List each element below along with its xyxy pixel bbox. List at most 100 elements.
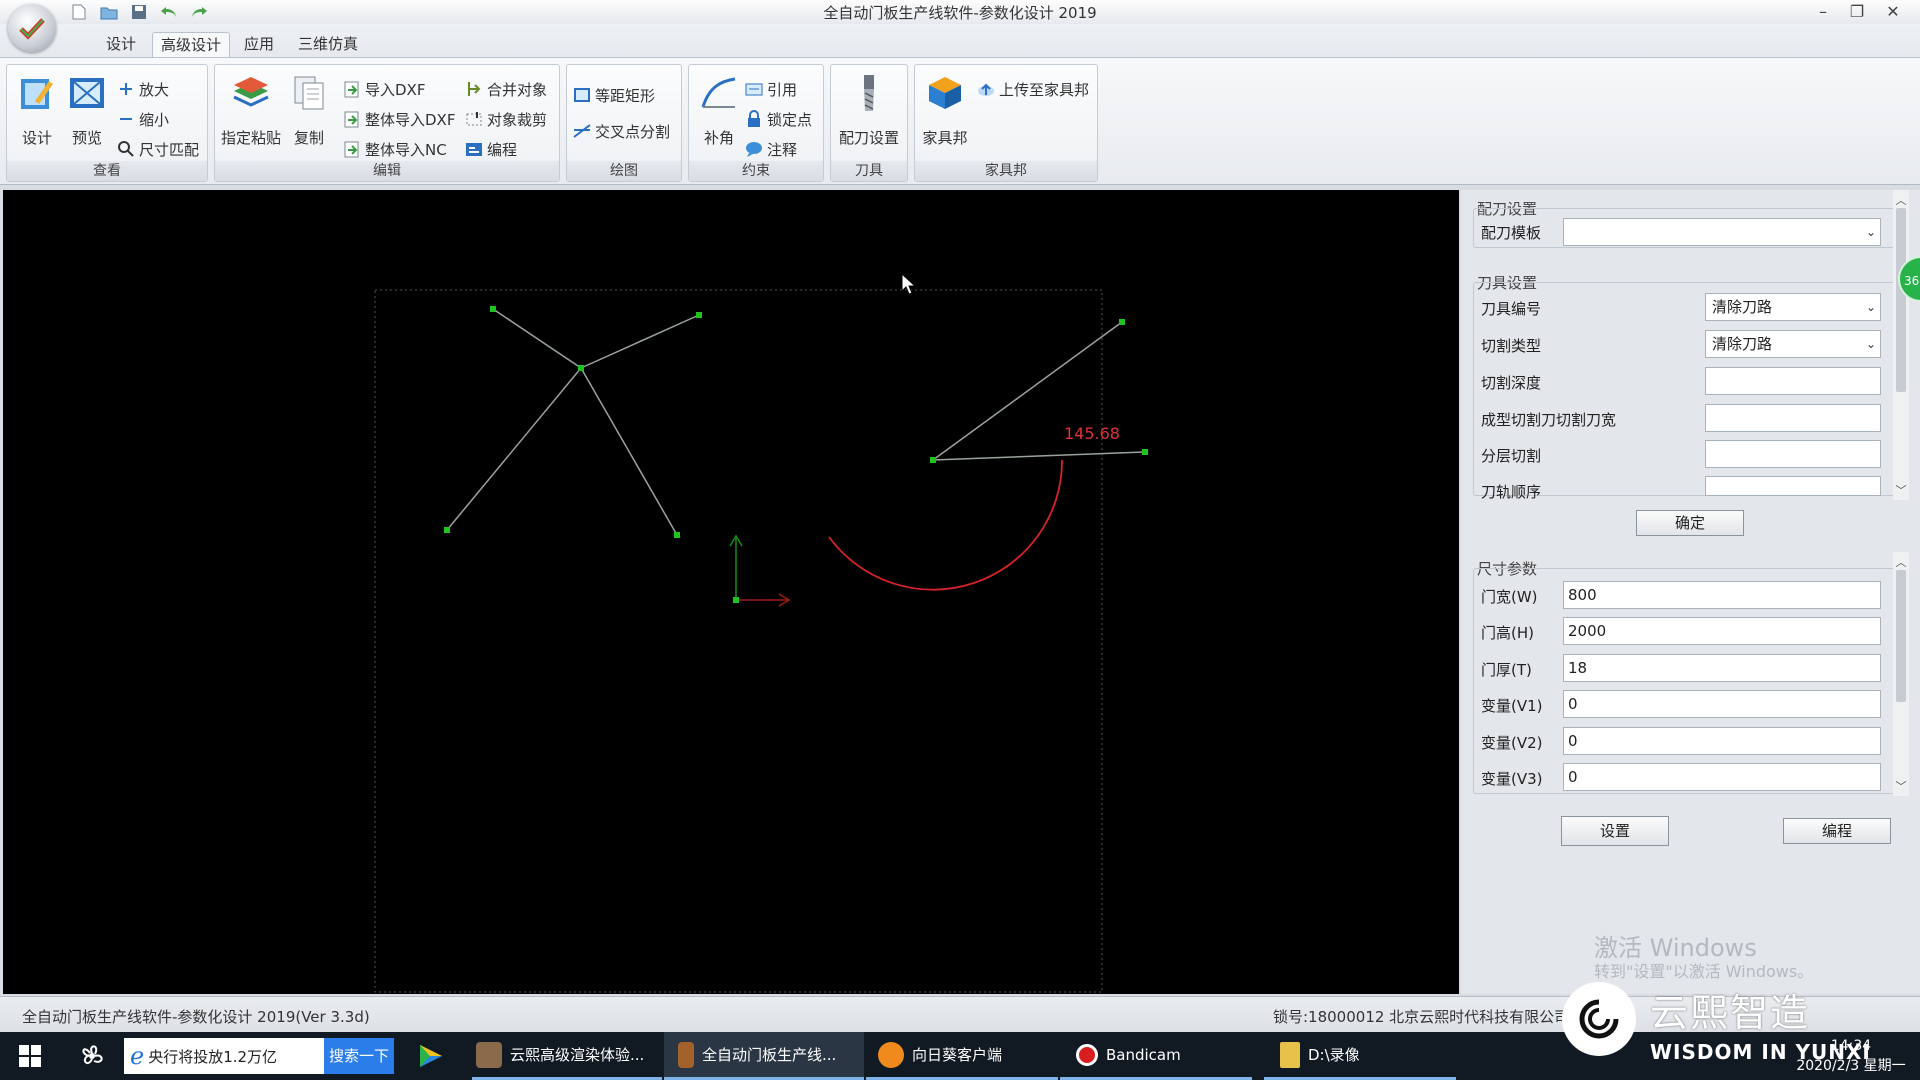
ribbon-tabs: 设计 高级设计 应用 三维仿真 [0, 24, 1920, 58]
sketch-node[interactable] [1119, 319, 1125, 325]
sketch-line[interactable] [580, 314, 700, 369]
template-select[interactable]: ⌄ [1563, 218, 1881, 246]
tool-setup-button[interactable]: 配刀设置 [835, 71, 903, 155]
program-button[interactable]: 编程 [465, 137, 517, 161]
design-button[interactable]: 设计 [11, 71, 63, 155]
upload-furniture-button[interactable]: 上传至家具邦 [977, 77, 1089, 101]
restore-button[interactable]: ❐ [1840, 0, 1874, 22]
merge-objects-button[interactable]: 合并对象 [465, 77, 547, 101]
watermark-logo [1562, 982, 1636, 1056]
cut-type-select[interactable]: 清除刀路 ⌄ [1705, 330, 1881, 358]
reference-icon [745, 80, 763, 98]
confirm-button[interactable]: 确定 [1636, 510, 1744, 536]
minimize-button[interactable]: – [1806, 0, 1840, 22]
title-bar: 全自动门板生产线软件-参数化设计 2019 – ❐ ✕ [0, 0, 1920, 24]
tab-design[interactable]: 设计 [98, 32, 144, 58]
import-all-nc-button[interactable]: 整体导入NC [343, 137, 447, 161]
zoom-out-button[interactable]: 缩小 [117, 107, 169, 131]
reference-button[interactable]: 引用 [745, 77, 797, 101]
layered-cut-field[interactable] [1705, 440, 1881, 468]
cut-depth-field[interactable] [1705, 367, 1881, 395]
fan-app-button[interactable] [74, 1032, 110, 1080]
equal-distance-rect-button[interactable]: 等距矩形 [573, 83, 655, 107]
trim-objects-button[interactable]: 对象裁剪 [465, 107, 547, 131]
sketch-line[interactable] [446, 367, 582, 531]
scroll-up-icon[interactable]: ︿ [1893, 554, 1909, 570]
render-app-icon [476, 1041, 502, 1068]
tab-apply[interactable]: 应用 [236, 32, 282, 58]
angle-sketch[interactable]: 145.68 [828, 319, 1148, 591]
preview-icon [70, 78, 104, 108]
tool-settings-scrollbar[interactable]: ︿ ﹀ [1893, 190, 1909, 500]
sketch-line[interactable] [932, 451, 1146, 461]
door-height-field[interactable]: 2000 [1563, 617, 1881, 645]
sketch-line[interactable] [580, 367, 678, 536]
sketch-node[interactable] [696, 312, 702, 318]
program-panel-button[interactable]: 编程 [1783, 818, 1891, 844]
set-button[interactable]: 设置 [1561, 816, 1669, 846]
variable-v1-field[interactable]: 0 [1563, 690, 1881, 718]
cross-point-split-button[interactable]: 交叉点分割 [573, 119, 670, 143]
drawing-canvas[interactable]: 145.68 [3, 190, 1459, 994]
door-width-field[interactable]: 800 [1563, 581, 1881, 609]
sketch-node[interactable] [578, 365, 584, 371]
zoom-out-icon [117, 110, 135, 128]
variable-v2-field[interactable]: 0 [1563, 727, 1881, 755]
trim-icon [465, 110, 483, 128]
activation-subtitle: 转到"设置"以激活 Windows。 [1594, 962, 1814, 981]
size-params-scrollbar[interactable]: ︿ ﹀ [1893, 552, 1909, 796]
scroll-thumb[interactable] [1896, 208, 1906, 392]
paste-special-button[interactable]: 指定粘贴 [219, 71, 283, 155]
sketch-node[interactable] [490, 306, 496, 312]
zoom-in-button[interactable]: 放大 [117, 77, 169, 101]
toolpath-order-field[interactable] [1705, 476, 1881, 496]
sketch-node[interactable] [444, 527, 450, 533]
close-button[interactable]: ✕ [1876, 0, 1910, 22]
comment-icon [745, 140, 763, 158]
fit-size-button[interactable]: 尺寸匹配 [117, 137, 199, 161]
sketch-node[interactable] [930, 457, 936, 463]
furniture-home-button[interactable]: 家具邦 [919, 71, 971, 155]
copy-button[interactable]: 复制 [287, 71, 331, 155]
sketch-node[interactable] [1142, 449, 1148, 455]
group-edit-label: 编辑 [215, 161, 559, 181]
scroll-down-icon[interactable]: ﹀ [1893, 482, 1909, 498]
taskbar-item-sunflower[interactable]: 向日葵客户端 [866, 1032, 1058, 1080]
taskbar-item-folder[interactable]: D:\录像 [1264, 1032, 1456, 1080]
red-arc[interactable] [828, 459, 1063, 591]
forming-cutter-width-field[interactable] [1705, 404, 1881, 432]
door-outline-frame [374, 289, 1103, 993]
preview-button[interactable]: 预览 [61, 71, 113, 155]
scroll-down-icon[interactable]: ﹀ [1893, 778, 1909, 794]
annotate-button[interactable]: 注释 [745, 137, 797, 161]
import-icon [343, 140, 361, 158]
taskbar-item-bandicam[interactable]: Bandicam [1060, 1032, 1252, 1080]
door-thickness-field[interactable]: 18 [1563, 654, 1881, 682]
import-dxf-button[interactable]: 导入DXF [343, 77, 425, 101]
system-clock[interactable]: 14:34 2020/2/3 星期一 [1786, 1036, 1916, 1076]
app-menu-button[interactable] [8, 4, 56, 52]
taskbar-item-render[interactable]: 云熙高级渲染体验... [472, 1032, 662, 1080]
tool-number-select[interactable]: 清除刀路 ⌄ [1705, 293, 1881, 321]
star-sketch[interactable] [444, 306, 702, 538]
fillet-button[interactable]: 补角 [693, 71, 745, 155]
scroll-thumb[interactable] [1896, 570, 1906, 702]
sketch-node[interactable] [674, 532, 680, 538]
lock-point-button[interactable]: 锁定点 [745, 107, 812, 131]
variable-v2-label: 变量(V2) [1481, 734, 1543, 752]
start-button[interactable] [14, 1032, 46, 1080]
sketch-line[interactable] [492, 308, 582, 369]
news-search-button[interactable]: 搜索一下 [324, 1038, 394, 1074]
scroll-up-icon[interactable]: ︿ [1893, 192, 1909, 208]
variable-v1-label: 变量(V1) [1481, 697, 1543, 715]
lock-icon [745, 110, 763, 128]
import-all-dxf-button[interactable]: 整体导入DXF [343, 107, 455, 131]
tab-3d-simulation[interactable]: 三维仿真 [290, 32, 366, 58]
taskbar: ℯ 央行将投放1.2万亿 搜索一下 云熙高级渲染体验... 全自动门板生产线..… [0, 1032, 1920, 1080]
tab-advanced-design[interactable]: 高级设计 [152, 32, 231, 58]
media-player-button[interactable] [412, 1032, 448, 1080]
group-constraint: 补角 引用 锁定点 注释 约束 [688, 64, 824, 182]
taskbar-item-door-software[interactable]: 全自动门板生产线... [664, 1032, 864, 1080]
variable-v3-field[interactable]: 0 [1563, 763, 1881, 791]
news-search-box[interactable]: ℯ 央行将投放1.2万亿 [124, 1038, 324, 1074]
